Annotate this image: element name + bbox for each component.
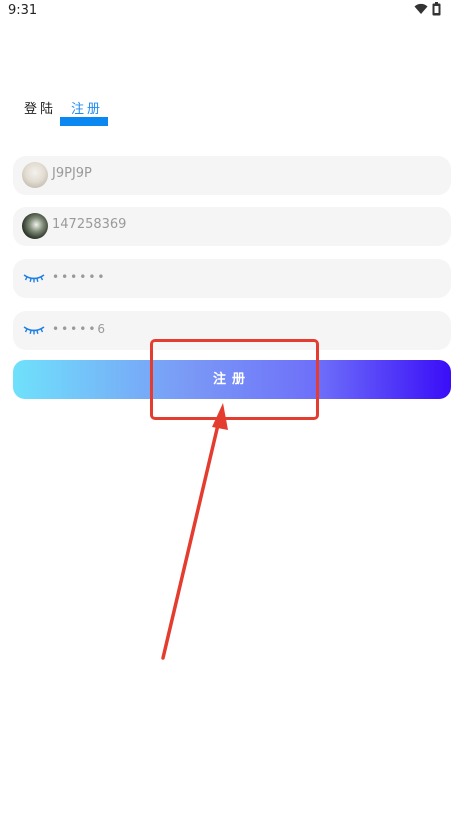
phone-field[interactable]: 147258369 <box>13 207 451 246</box>
password-field[interactable]: •••••• <box>13 259 451 298</box>
tab-login[interactable]: 登陆 <box>24 98 56 117</box>
wifi-icon <box>414 3 428 15</box>
password-value: •••••• <box>52 270 107 284</box>
eye-closed-icon[interactable] <box>23 272 45 284</box>
annotation-highlight-box <box>150 339 319 420</box>
confirm-password-value: •••••6 <box>52 322 108 336</box>
battery-icon <box>432 2 441 16</box>
status-bar: 9:31 <box>0 0 464 22</box>
username-field[interactable]: J9PJ9P <box>13 156 451 195</box>
eye-closed-icon[interactable] <box>23 324 45 336</box>
avatar <box>22 213 48 239</box>
tab-register[interactable]: 注册 <box>71 98 103 117</box>
status-time: 9:31 <box>8 3 38 18</box>
register-screen: 9:31 登陆 注册 J9PJ9P 147258369 •••••• •••••… <box>0 0 464 826</box>
tab-active-indicator <box>60 117 108 126</box>
username-value: J9PJ9P <box>52 166 92 181</box>
avatar <box>22 162 48 188</box>
phone-value: 147258369 <box>52 217 127 232</box>
